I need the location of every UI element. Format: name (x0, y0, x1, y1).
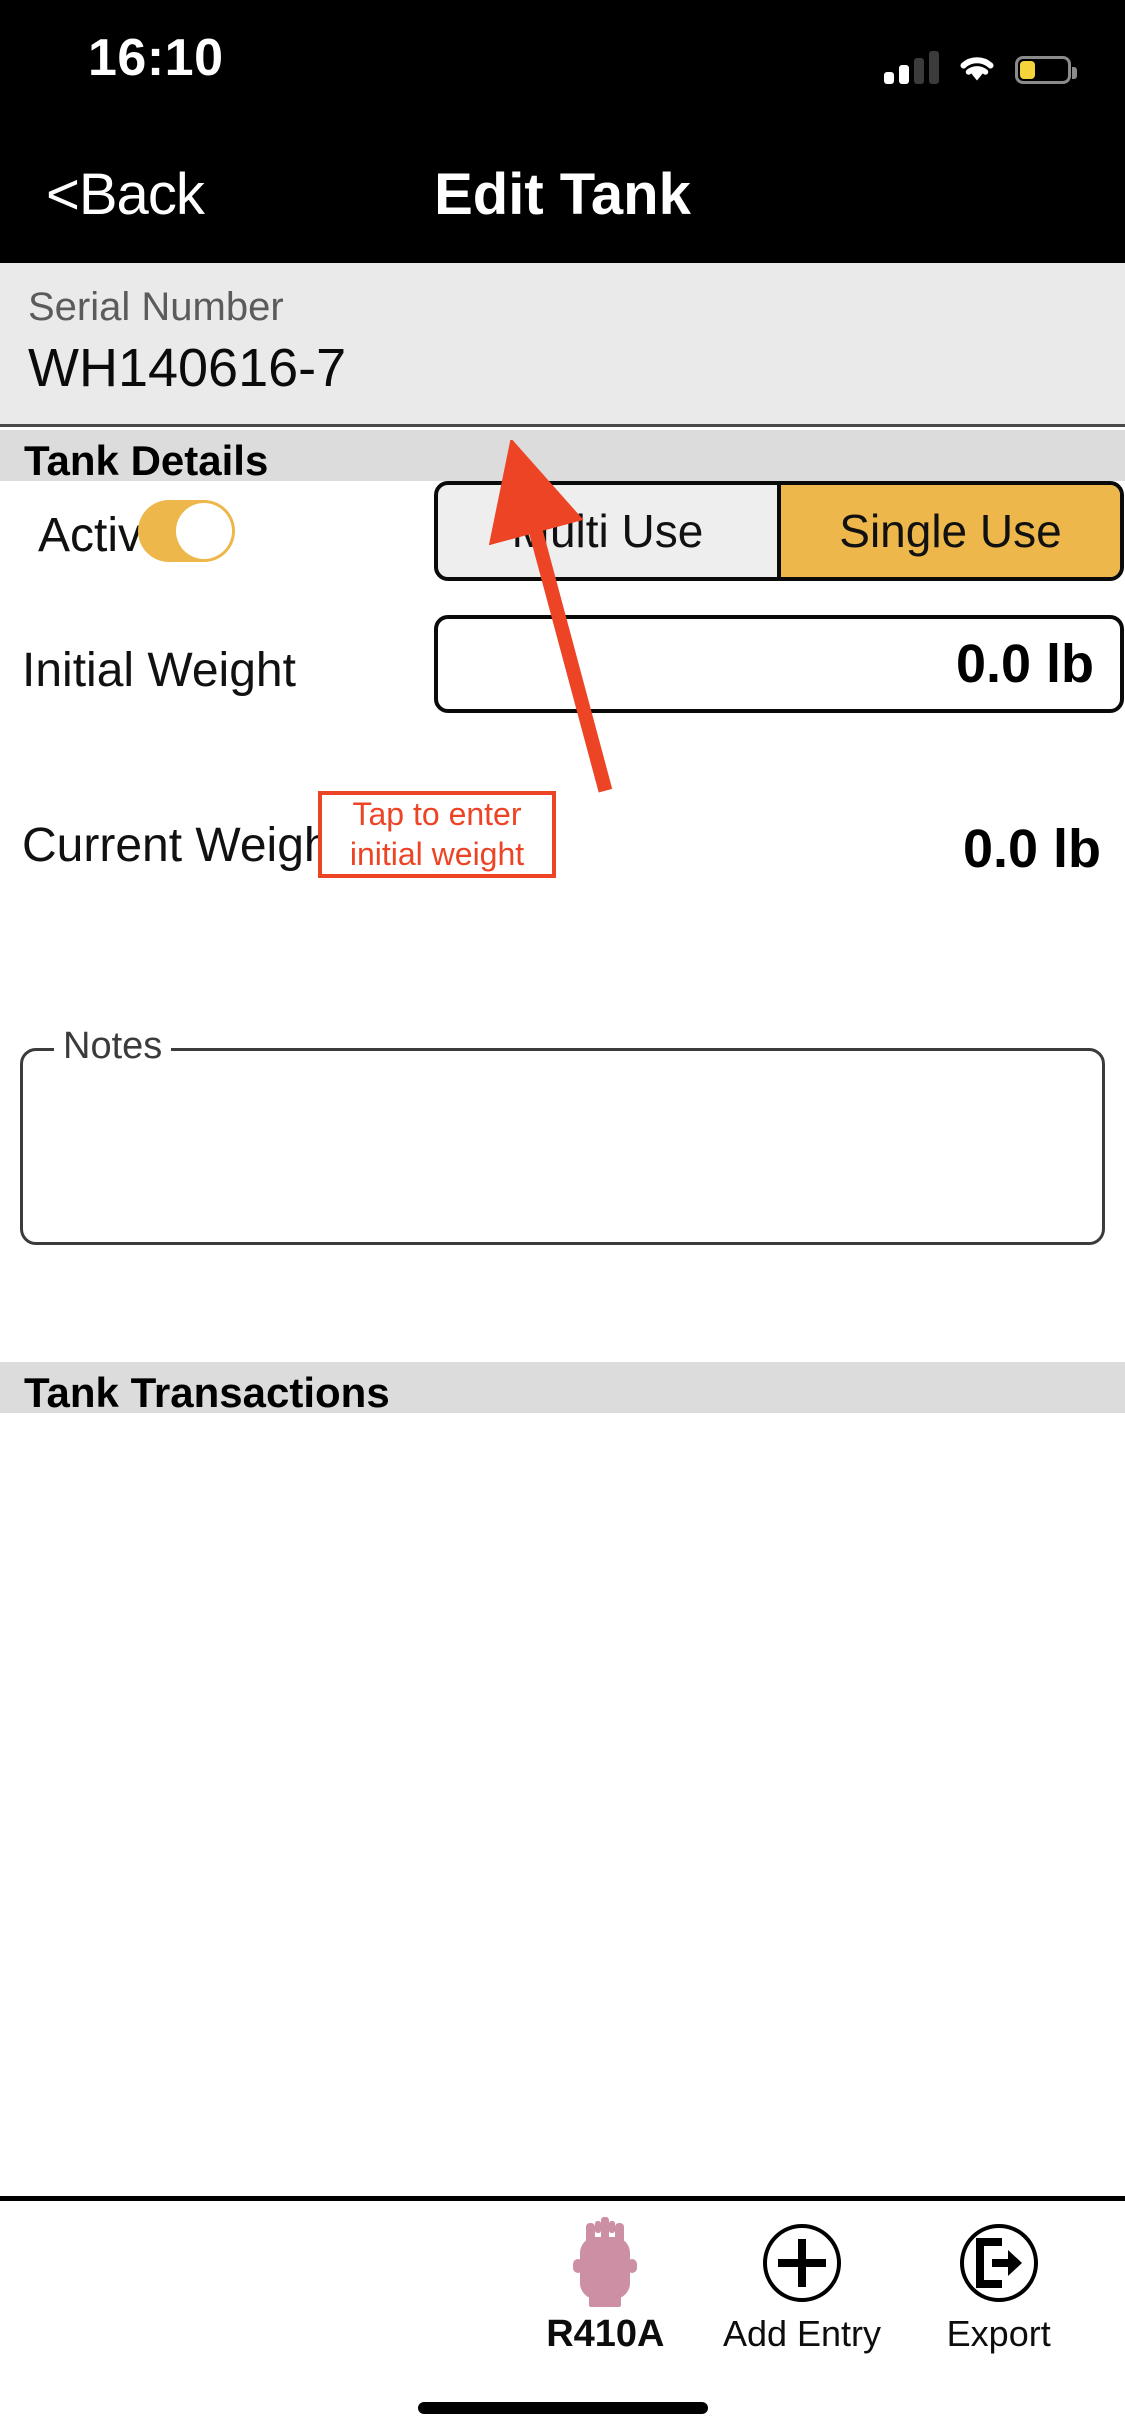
cellular-bars-icon (884, 50, 939, 84)
initial-weight-value: 0.0 lb (955, 634, 1094, 694)
tab-add-entry[interactable]: Add Entry (704, 2201, 901, 2381)
active-toggle[interactable] (138, 500, 235, 562)
tab-r410a-label: R410A (546, 2313, 665, 2355)
nav-bar: <Back Edit Tank (0, 132, 1125, 263)
section-header-tank-transactions: Tank Transactions (0, 1362, 1125, 1416)
status-time: 16:10 (88, 29, 224, 87)
initial-weight-input[interactable]: 0.0 lb (434, 615, 1124, 713)
battery-low-icon (1015, 56, 1077, 84)
notes-legend-label: Notes (54, 1025, 172, 1068)
use-type-segmented-control[interactable]: Multi Use Single Use (434, 481, 1124, 581)
serial-number-label: Serial Number (28, 285, 284, 329)
row-initial-weight: Initial Weight 0.0 lb (0, 615, 1125, 735)
tab-bar-items: R410A Add Entry Export (507, 2201, 1097, 2381)
wifi-icon (955, 50, 999, 84)
home-indicator (417, 2402, 708, 2414)
row-active: Active Multi Use Single Use (0, 481, 1125, 601)
section-header-tank-transactions-label: Tank Transactions (24, 1369, 390, 1416)
annotation-line-1: Tap to enter (352, 796, 522, 833)
refrigerant-tank-icon (568, 2215, 642, 2311)
serial-number-block: Serial Number WH140616-7 (0, 263, 1125, 427)
bottom-tab-bar: R410A Add Entry Export (0, 2196, 1125, 2376)
tab-export[interactable]: Export (900, 2201, 1097, 2381)
export-circle-icon (958, 2215, 1040, 2311)
current-weight-value: 0.0 lb (962, 819, 1101, 879)
status-bar: 16:10 (0, 0, 1125, 132)
current-weight-label: Current Weight (22, 819, 344, 872)
tab-export-label: Export (946, 2313, 1051, 2354)
tab-r410a[interactable]: R410A (507, 2201, 704, 2381)
status-indicators (884, 38, 1077, 84)
initial-weight-label: Initial Weight (22, 644, 296, 697)
section-header-tank-details-label: Tank Details (24, 437, 269, 484)
section-header-tank-details: Tank Details (0, 430, 1125, 484)
active-toggle-knob (176, 503, 232, 559)
tab-add-entry-label: Add Entry (722, 2313, 882, 2354)
row-current-weight: Current Weight 0.0 lb (0, 736, 1125, 906)
app-screen: 16:10 <Back Edit Tank Serial Number WH14… (0, 0, 1125, 2436)
annotation-callout: Tap to enter initial weight (318, 791, 556, 878)
annotation-line-2: initial weight (349, 835, 525, 872)
segment-single-use[interactable]: Single Use (777, 485, 1120, 577)
notes-field-wrapper: Notes (20, 1025, 1105, 1245)
serial-number-value: WH140616-7 (28, 338, 347, 398)
page-title: Edit Tank (434, 162, 691, 227)
plus-circle-icon (761, 2215, 843, 2311)
segment-multi-use[interactable]: Multi Use (438, 485, 777, 577)
notes-value (44, 1066, 1081, 1086)
